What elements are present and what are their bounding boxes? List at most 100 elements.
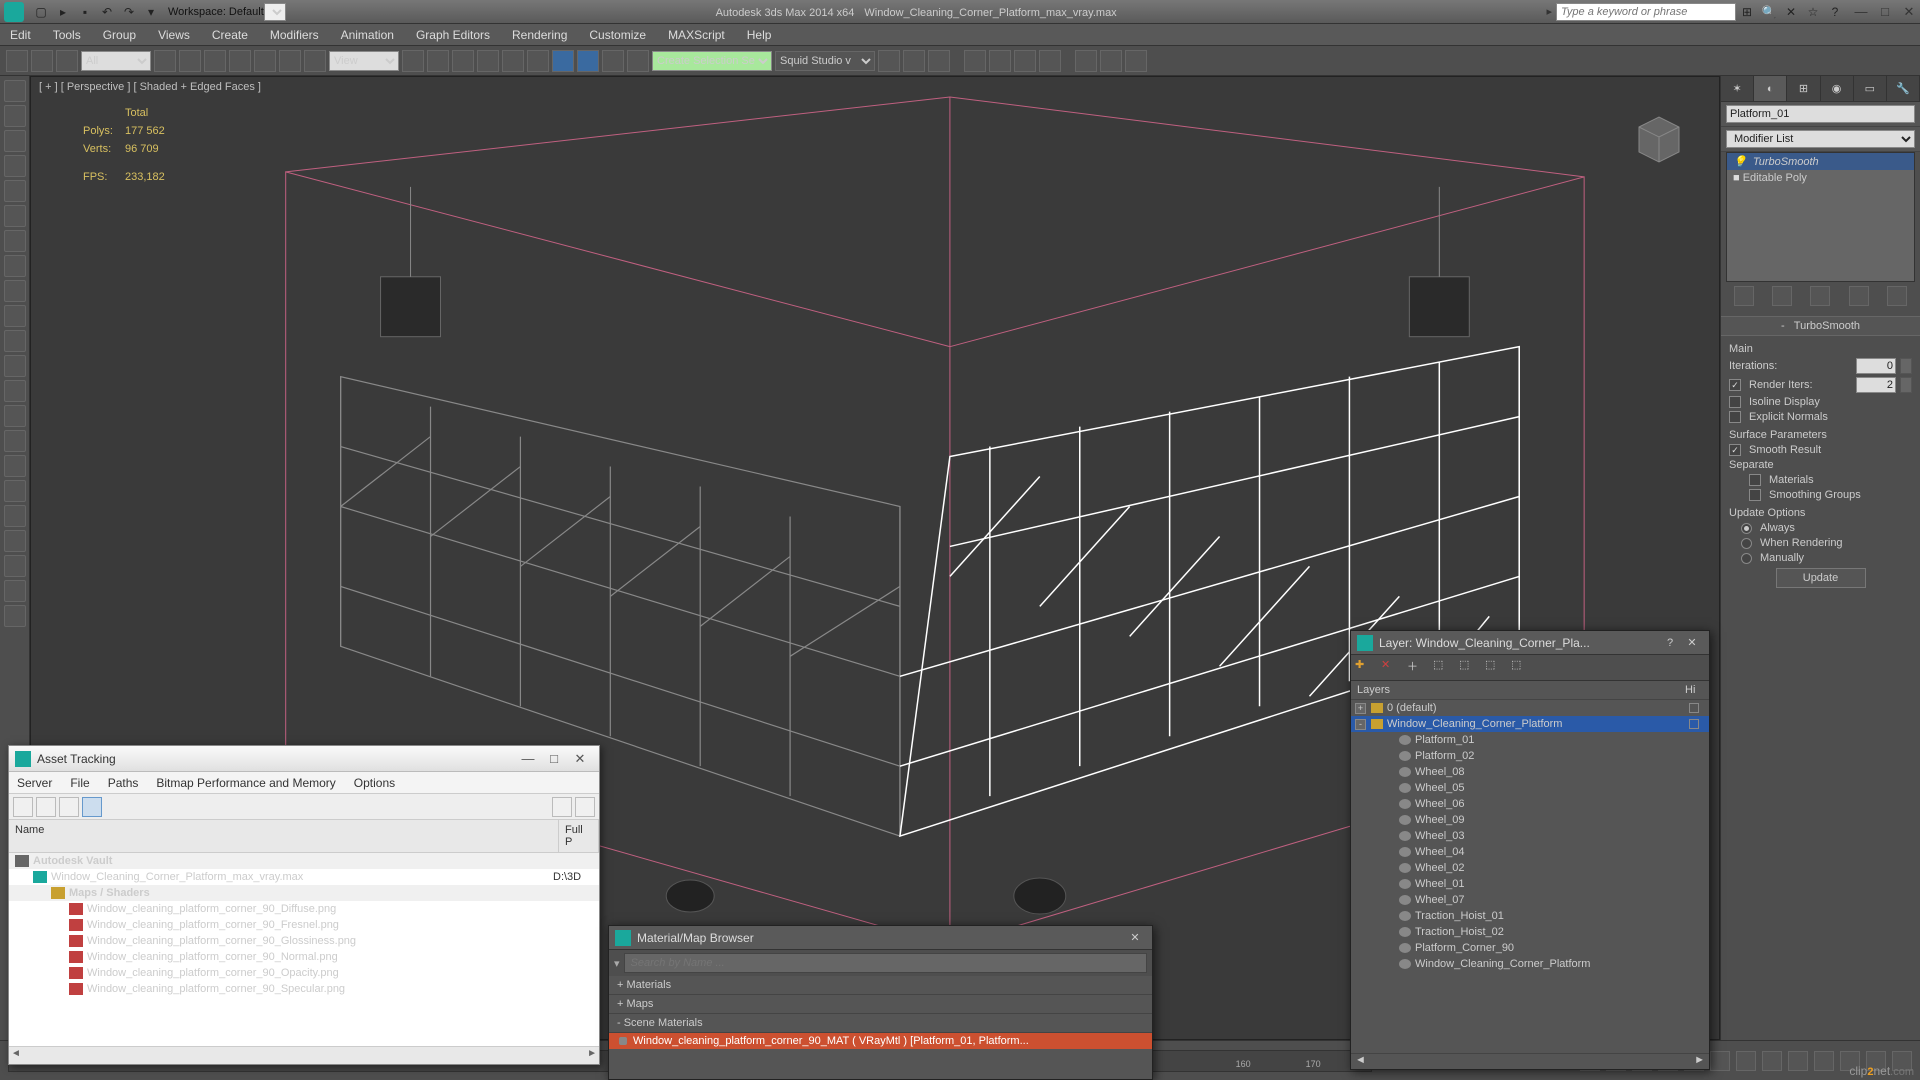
maximize-button[interactable]: □ xyxy=(1878,4,1892,20)
material-search-input[interactable] xyxy=(624,953,1147,973)
asset-tb-refresh-icon[interactable] xyxy=(552,797,572,817)
align-icon[interactable] xyxy=(627,50,649,72)
layer-help-button[interactable]: ? xyxy=(1659,637,1681,649)
workspace-dropdown[interactable] xyxy=(264,3,286,21)
select-object-icon[interactable] xyxy=(154,50,176,72)
update-render-radio[interactable] xyxy=(1741,538,1752,549)
update-manual-radio[interactable] xyxy=(1741,553,1752,564)
lt-17-icon[interactable] xyxy=(4,480,26,502)
save-icon[interactable]: ▪ xyxy=(75,2,95,22)
asset-min-button[interactable]: — xyxy=(515,751,541,766)
undo-icon[interactable]: ↶ xyxy=(97,2,117,22)
manipulate-icon[interactable] xyxy=(427,50,449,72)
asset-col-name[interactable]: Name xyxy=(9,820,559,852)
pivot-icon[interactable] xyxy=(402,50,424,72)
layer-object-row[interactable]: Wheel_05 xyxy=(1351,780,1709,796)
update-button[interactable]: Update xyxy=(1776,568,1866,588)
render-iters-checkbox[interactable] xyxy=(1729,379,1741,391)
lt-3-icon[interactable] xyxy=(4,130,26,152)
move-icon[interactable] xyxy=(254,50,276,72)
exchange-icon[interactable]: ✕ xyxy=(1781,2,1801,22)
layer-hscroll[interactable]: ◄► xyxy=(1351,1053,1709,1069)
lt-15-icon[interactable] xyxy=(4,430,26,452)
lt-2-icon[interactable] xyxy=(4,105,26,127)
layer-delete-icon[interactable]: ✕ xyxy=(1381,658,1401,678)
layer-col-hide[interactable]: Hi xyxy=(1679,681,1709,699)
asset-menu-options[interactable]: Options xyxy=(354,776,395,790)
asset-row[interactable]: Window_Cleaning_Corner_Platform_max_vray… xyxy=(9,869,599,885)
asset-tb-3-icon[interactable] xyxy=(59,797,79,817)
menu-maxscript[interactable]: MAXScript xyxy=(668,28,725,42)
show-end-result-icon[interactable] xyxy=(1772,286,1792,306)
lt-11-icon[interactable] xyxy=(4,330,26,352)
qat-more-icon[interactable]: ▾ xyxy=(141,2,161,22)
asset-tb-2-icon[interactable] xyxy=(36,797,56,817)
select-link-icon[interactable] xyxy=(6,50,28,72)
menu-modifiers[interactable]: Modifiers xyxy=(270,28,319,42)
layer-object-row[interactable]: Wheel_03 xyxy=(1351,828,1709,844)
create-tab-icon[interactable]: ✶ xyxy=(1721,76,1754,101)
angle-snap-icon[interactable] xyxy=(477,50,499,72)
unlink-icon[interactable] xyxy=(31,50,53,72)
asset-row[interactable]: Maps / Shaders xyxy=(9,885,599,901)
lt-5-icon[interactable] xyxy=(4,180,26,202)
asset-row[interactable]: Autodesk Vault xyxy=(9,853,599,869)
layer-object-row[interactable]: Wheel_06 xyxy=(1351,796,1709,812)
open-icon[interactable]: ▸ xyxy=(53,2,73,22)
tb-extra-3-icon[interactable] xyxy=(1125,50,1147,72)
layer-titlebar[interactable]: Layer: Window_Cleaning_Corner_Pla... ? ✕ xyxy=(1351,631,1709,655)
configure-sets-icon[interactable] xyxy=(1887,286,1907,306)
nav-2-icon[interactable] xyxy=(1736,1051,1756,1071)
modify-tab-icon[interactable]: ◐ xyxy=(1754,76,1787,101)
nav-1-icon[interactable] xyxy=(1710,1051,1730,1071)
menu-group[interactable]: Group xyxy=(103,28,136,42)
layer-freeze-icon[interactable]: ⬚ xyxy=(1511,658,1531,678)
render-frame-icon[interactable] xyxy=(1014,50,1036,72)
lt-20-icon[interactable] xyxy=(4,555,26,577)
mb-section-scene[interactable]: - Scene Materials xyxy=(609,1014,1152,1033)
favorites-icon[interactable]: ☆ xyxy=(1803,2,1823,22)
lt-19-icon[interactable] xyxy=(4,530,26,552)
selection-filter-dropdown[interactable]: All xyxy=(81,51,151,71)
menu-customize[interactable]: Customize xyxy=(589,28,646,42)
asset-menu-server[interactable]: Server xyxy=(17,776,52,790)
snap-toggle-icon[interactable] xyxy=(452,50,474,72)
motion-tab-icon[interactable]: ◉ xyxy=(1821,76,1854,101)
asset-row[interactable]: Window_cleaning_platform_corner_90_Norma… xyxy=(9,949,599,965)
asset-max-button[interactable]: □ xyxy=(541,751,567,766)
layer-object-row[interactable]: Wheel_08 xyxy=(1351,764,1709,780)
asset-tracking-list[interactable]: Autodesk VaultWindow_Cleaning_Corner_Pla… xyxy=(9,853,599,1046)
menu-tools[interactable]: Tools xyxy=(53,28,81,42)
lt-6-icon[interactable] xyxy=(4,205,26,227)
layer-manager-icon[interactable] xyxy=(878,50,900,72)
object-name-input[interactable] xyxy=(1726,105,1915,123)
layer-object-row[interactable]: Traction_Hoist_01 xyxy=(1351,908,1709,924)
layer-object-row[interactable]: Wheel_07 xyxy=(1351,892,1709,908)
hierarchy-tab-icon[interactable]: ⊞ xyxy=(1787,76,1820,101)
menu-rendering[interactable]: Rendering xyxy=(512,28,567,42)
layer-object-row[interactable]: Wheel_09 xyxy=(1351,812,1709,828)
remove-modifier-icon[interactable] xyxy=(1849,286,1869,306)
lt-16-icon[interactable] xyxy=(4,455,26,477)
window-crossing-icon[interactable] xyxy=(229,50,251,72)
menu-help[interactable]: Help xyxy=(747,28,772,42)
asset-row[interactable]: Window_cleaning_platform_corner_90_Gloss… xyxy=(9,933,599,949)
sep-sg-checkbox[interactable] xyxy=(1749,489,1761,501)
rotate-icon[interactable] xyxy=(279,50,301,72)
layer-object-row[interactable]: Wheel_02 xyxy=(1351,860,1709,876)
tb-extra-1-icon[interactable] xyxy=(1075,50,1097,72)
display-tab-icon[interactable]: ▭ xyxy=(1854,76,1887,101)
infocenter-icon[interactable]: ⊞ xyxy=(1737,2,1757,22)
new-icon[interactable]: ▢ xyxy=(31,2,51,22)
asset-tracking-hscroll[interactable] xyxy=(9,1046,599,1064)
layer-object-row[interactable]: Wheel_01 xyxy=(1351,876,1709,892)
layer-object-row[interactable]: Wheel_04 xyxy=(1351,844,1709,860)
smooth-result-checkbox[interactable] xyxy=(1729,444,1741,456)
help-search-input[interactable] xyxy=(1556,3,1736,21)
iterations-input[interactable] xyxy=(1856,358,1896,374)
make-unique-icon[interactable] xyxy=(1810,286,1830,306)
render-iters-spinner[interactable] xyxy=(1900,377,1912,393)
mb-section-maps[interactable]: + Maps xyxy=(609,995,1152,1014)
menu-views[interactable]: Views xyxy=(158,28,190,42)
viewcube-icon[interactable] xyxy=(1619,97,1699,177)
